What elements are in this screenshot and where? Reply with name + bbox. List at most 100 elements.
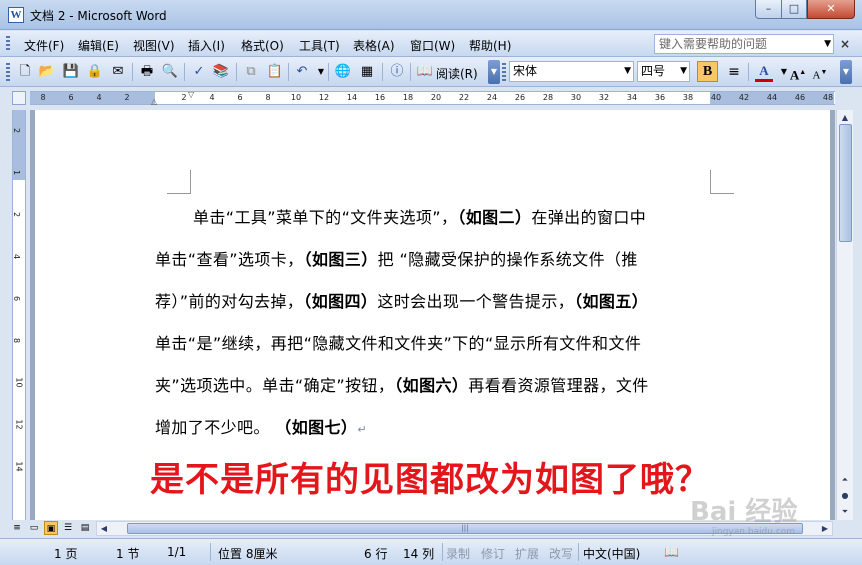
permission-icon[interactable]: 🔒 [86, 63, 104, 81]
document-text: 荐）”前的对勾去掉， [155, 292, 304, 311]
ruler-tick-label: 34 [626, 93, 638, 102]
help-icon[interactable]: ⓘ [388, 63, 406, 81]
help-search-input[interactable]: 键入需要帮助的问题 ▼ [654, 34, 834, 54]
chevron-down-icon[interactable]: ▼ [624, 62, 631, 81]
document-line[interactable]: 单击“查看”选项卡，（如图三）把 “隐藏受保护的操作系统文件（推 [155, 246, 638, 270]
spelling-check-icon[interactable]: ✓ [190, 63, 208, 81]
menu-table[interactable]: 表格(A) [353, 37, 395, 54]
status-language[interactable]: 中文(中国) [583, 545, 640, 562]
paste-icon[interactable]: 📋 [266, 63, 284, 81]
browse-object-icon[interactable]: ● [837, 488, 853, 504]
normal-view-icon[interactable]: ≡ [10, 521, 24, 535]
left-indent-marker[interactable]: △ [151, 97, 157, 106]
vertical-scroll-thumb[interactable] [839, 124, 852, 242]
first-line-indent-marker[interactable]: ▽ [188, 90, 194, 99]
menu-bar: 文件(F) 编辑(E) 视图(V) 插入(I) 格式(O) 工具(T) 表格(A… [0, 31, 862, 57]
status-bar: 1 页 1 节 1/1 位置 8厘米 6 行 14 列 录制 修订 扩展 改写 … [0, 538, 862, 565]
menu-file[interactable]: 文件(F) [24, 37, 64, 54]
scroll-right-icon[interactable]: ▶ [818, 521, 832, 537]
ruler-tick-label: 16 [374, 93, 386, 102]
toolbar-grip-handle[interactable] [6, 63, 10, 81]
document-line[interactable]: 增加了不少吧。 （如图七）↵ [155, 414, 367, 438]
scroll-left-icon[interactable]: ◀ [97, 521, 111, 537]
margin-corner-marker [167, 170, 191, 194]
menu-insert[interactable]: 插入(I) [188, 37, 225, 54]
status-line[interactable]: 6 行 [364, 545, 387, 562]
web-layout-view-icon[interactable]: ▭ [27, 521, 41, 535]
formatting-toolbar-grip[interactable] [502, 63, 506, 81]
document-line[interactable]: 单击“是”继续，再把“隐藏文件和文件夹”下的“显示所有文件和文件 [155, 330, 641, 354]
reading-layout-view-icon[interactable]: ▤ [78, 521, 92, 535]
document-page[interactable]: 单击“工具”菜单下的“文件夹选项”，（如图二）在弹出的窗口中单击“查看”选项卡，… [35, 110, 830, 520]
spelling-status-icon[interactable]: 📖 [664, 545, 679, 559]
document-line[interactable]: 夹”选项选中。单击“确定”按钮，（如图六）再看看资源管理器，文件 [155, 372, 649, 396]
maximize-button[interactable]: □ [781, 0, 807, 19]
chevron-down-icon[interactable]: ▼ [680, 62, 687, 81]
status-position[interactable]: 位置 8厘米 [218, 545, 277, 562]
toolbar-options-chevron-icon[interactable]: ▼ [840, 60, 852, 84]
research-icon[interactable]: 📚 [212, 63, 230, 81]
font-name-select[interactable]: 宋体 ▼ [509, 61, 634, 82]
ruler-tick-label: 12 [318, 93, 330, 102]
document-text: 夹”选项选中。单击“确定”按钮， [155, 376, 395, 395]
align-center-icon[interactable]: ≡ [725, 63, 743, 81]
print-icon[interactable]: 🖶 [138, 63, 156, 81]
previous-page-icon[interactable]: ⏶ [837, 472, 853, 488]
document-line[interactable]: 单击“工具”菜单下的“文件夹选项”，（如图二）在弹出的窗口中 [193, 204, 646, 228]
minimize-button[interactable]: – [755, 0, 782, 19]
document-text: 单击“查看”选项卡， [155, 250, 304, 269]
ruler-tick-label: 20 [430, 93, 442, 102]
margin-corner-marker [710, 170, 734, 194]
ruler-tick-label: 2 [124, 93, 130, 102]
font-color-icon[interactable]: A [755, 63, 773, 82]
status-record-macro[interactable]: 录制 [446, 545, 470, 562]
status-extend-selection[interactable]: 扩展 [515, 545, 539, 562]
new-document-icon[interactable]: 🗋 [16, 63, 34, 81]
word-app-icon[interactable]: W [8, 7, 24, 23]
copy-icon[interactable]: ⧉ [242, 63, 260, 81]
menu-format[interactable]: 格式(O) [241, 37, 284, 54]
status-page-of[interactable]: 1/1 [167, 545, 186, 559]
menubar-grip-handle[interactable] [6, 36, 10, 52]
open-folder-icon[interactable]: 📂 [38, 63, 56, 81]
vertical-scrollbar[interactable]: ▲ ⏶ ● ⏷ [836, 110, 853, 520]
menu-view[interactable]: 视图(V) [133, 37, 175, 54]
document-line[interactable]: 荐）”前的对勾去掉，（如图四）这时会出现一个警告提示，（如图五） [155, 288, 648, 312]
ruler-tick-label: 14 [346, 93, 358, 102]
email-icon[interactable]: ✉ [109, 63, 127, 81]
status-overtype[interactable]: 改写 [549, 545, 573, 562]
shrink-font-icon[interactable]: A▼ [811, 63, 829, 82]
print-layout-view-icon[interactable]: ▣ [44, 521, 58, 535]
document-close-button[interactable]: × [840, 37, 850, 51]
toolbar-options-chevron-icon[interactable]: ▼ [488, 60, 500, 84]
menu-edit[interactable]: 编辑(E) [78, 37, 119, 54]
ruler-tick-label: 36 [654, 93, 666, 102]
status-track-changes[interactable]: 修订 [481, 545, 505, 562]
outline-view-icon[interactable]: ☰ [61, 521, 75, 535]
chevron-down-icon[interactable]: ▼ [824, 35, 831, 53]
undo-icon[interactable]: ↶ [293, 63, 311, 81]
hyperlink-icon[interactable]: 🌐 [334, 63, 352, 81]
menu-help[interactable]: 帮助(H) [469, 37, 511, 54]
grow-font-icon[interactable]: A▲ [789, 63, 807, 82]
read-mode-button[interactable]: 阅读(R) [436, 65, 478, 82]
menu-tools[interactable]: 工具(T) [299, 37, 340, 54]
table-icon[interactable]: ▦ [358, 63, 376, 81]
ruler-left-margin [30, 92, 155, 104]
bold-button[interactable]: B [697, 61, 718, 82]
status-column[interactable]: 14 列 [403, 545, 434, 562]
status-page[interactable]: 1 页 [54, 545, 77, 562]
vertical-ruler[interactable]: 2 1 2 4 6 8 10 12 14 [12, 110, 26, 520]
read-mode-icon[interactable]: 📖 [416, 63, 434, 81]
menu-window[interactable]: 窗口(W) [410, 37, 455, 54]
font-size-select[interactable]: 四号 ▼ [637, 61, 690, 82]
status-section[interactable]: 1 节 [116, 545, 139, 562]
toolbar-divider [132, 63, 133, 81]
horizontal-ruler[interactable]: 8 6 4 2 2 4 6 8 10 12 14 16 18 20 22 24 26 28 30 32 34 36 38 40… [30, 90, 835, 106]
tab-stop-selector[interactable] [12, 91, 26, 105]
close-button[interactable]: ✕ [807, 0, 855, 19]
print-preview-icon[interactable]: 🔍 [161, 63, 179, 81]
standard-toolbar: 🗋 📂 💾 🔒 ✉ 🖶 🔍 ✓ 📚 ⧉ 📋 ↶ ▼ 🌐 ▦ ⓘ 📖 阅读(R) … [0, 57, 862, 87]
next-page-icon[interactable]: ⏷ [837, 504, 853, 520]
save-icon[interactable]: 💾 [62, 63, 80, 81]
